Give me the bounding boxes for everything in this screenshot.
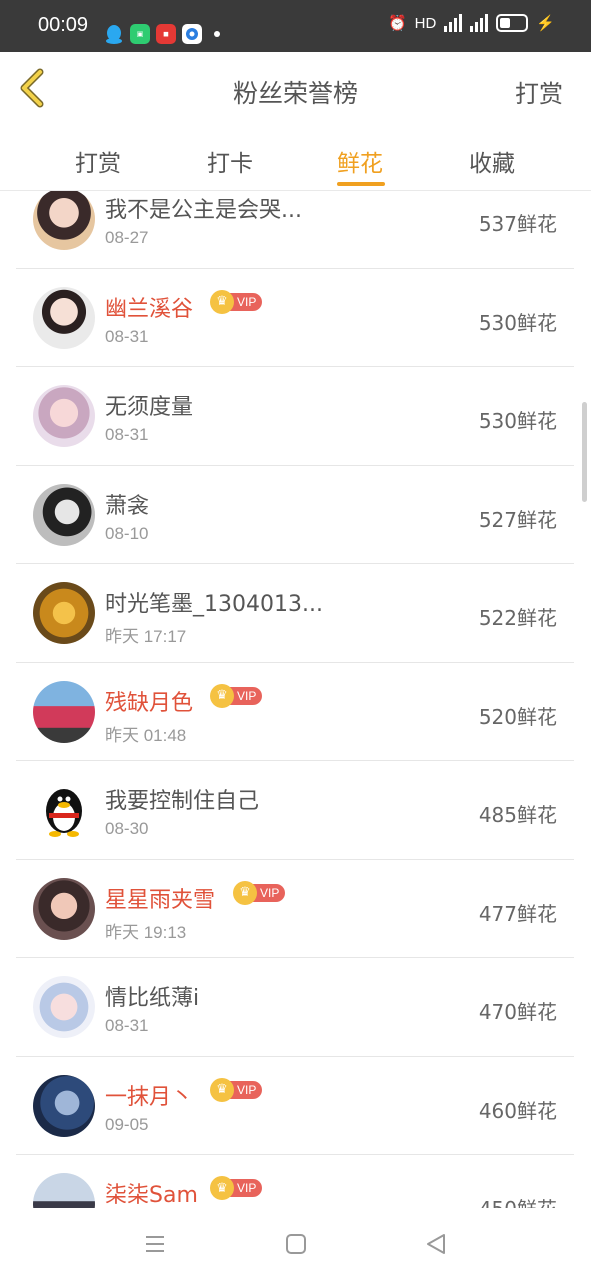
avatar[interactable] [33,582,95,644]
status-time: 00:09 [38,14,89,36]
signal-4g-1-icon [444,14,463,32]
flower-count: 460鲜花 [478,1098,557,1123]
system-nav-bar [0,1208,591,1280]
flower-count: 470鲜花 [478,1000,557,1024]
list-item[interactable]: 一抹月丶 ♛ VIP 09-05 460鲜花 [16,1057,574,1155]
flower-count: 450鲜花 [479,1193,557,1208]
avatar[interactable] [33,1074,95,1137]
flower-count: 485鲜花 [478,803,557,827]
flower-count: 530鲜花 [478,310,557,335]
flower-count: 522鲜花 [478,606,557,630]
avatar[interactable] [33,680,95,743]
fan-name: 萧衾 [105,493,150,519]
hd-indicator: HD [414,14,437,32]
tab-flowers[interactable]: 鲜花 [315,144,405,178]
app-red-icon: ◼ [156,24,176,44]
avatar[interactable] [33,976,95,1038]
flower-count: 527鲜花 [478,507,557,532]
list-item[interactable]: 幽兰溪谷 ♛ VIP 08-31 530鲜花 [16,269,574,367]
signal-4g-2-icon [470,14,489,32]
notification-dot [214,31,220,37]
vip-badge: ♛ VIP [210,1077,263,1102]
crown-icon: ♛ [233,880,257,905]
scrollbar[interactable] [582,402,587,502]
fan-name: 我要控制住自己 [105,789,260,814]
status-bar: 00:09 ▣ ◼ ⏰ HD ⚡ [0,0,591,52]
list-item[interactable]: 无须度量 08-31 530鲜花 [16,367,574,466]
fan-date: 08-31 [105,326,149,346]
title-bar: 粉丝荣誉榜 打赏 [0,52,591,125]
list-item[interactable]: 我不是公主是会哭... 08-27 537鲜花 [16,191,574,269]
tab-bar: 打赏 打卡 鲜花 收藏 [0,124,591,191]
avatar[interactable] [33,286,95,349]
fan-date: 08-30 [105,819,149,838]
fan-date: 08-10 [105,523,149,543]
crown-icon: ♛ [210,1077,234,1102]
penguin-icon [46,789,82,837]
fan-ranking-list[interactable]: 我不是公主是会哭... 08-27 537鲜花 幽兰溪谷 ♛ VIP 08-31… [16,191,574,1208]
alarm-icon: ⏰ [387,15,407,32]
tab-checkin[interactable]: 打卡 [185,144,275,178]
crown-icon: ♛ [210,1176,234,1200]
fan-date: 昨天 17:17 [105,627,187,646]
avatar[interactable] [33,483,95,546]
home-icon[interactable] [284,1232,308,1256]
fan-name: 残缺月色 [105,690,194,716]
app-blue-icon [182,24,202,44]
list-item[interactable]: 时光笔墨_1304013... 昨天 17:17 522鲜花 [16,564,574,663]
crown-icon: ♛ [210,289,234,314]
fan-date: 昨天 01:48 [105,725,187,745]
avatar[interactable] [33,877,95,940]
list-item[interactable]: 星星雨夹雪 ♛ VIP 昨天 19:13 477鲜花 [16,860,574,958]
fan-name: 星星雨夹雪 [105,887,216,913]
flower-count: 520鲜花 [478,704,557,729]
fan-name: 时光笔墨_1304013... [105,592,323,617]
avatar[interactable] [33,191,95,250]
list-item[interactable]: 情比纸薄i 08-31 470鲜花 [16,958,574,1057]
fan-date: 08-31 [105,425,149,444]
battery-icon [496,14,529,32]
avatar[interactable] [33,385,95,447]
fan-name: 无须度量 [105,395,194,420]
active-tab-indicator [337,182,385,186]
flower-count: 530鲜花 [478,409,557,433]
avatar[interactable] [33,1173,95,1208]
flower-count: 537鲜花 [478,212,557,236]
list-item[interactable]: 残缺月色 ♛ VIP 昨天 01:48 520鲜花 [16,663,574,761]
menu-icon[interactable] [143,1232,167,1256]
app-green-icon: ▣ [130,24,150,44]
back-icon[interactable] [424,1232,448,1256]
fan-name: 一抹月丶 [105,1084,194,1110]
fan-date: 08-27 [105,228,149,247]
tab-reward[interactable]: 打赏 [53,144,143,178]
fan-name: 幽兰溪谷 [105,296,194,322]
crown-icon: ♛ [210,683,234,708]
avatar[interactable] [33,779,95,841]
vip-badge: ♛ VIP [210,1176,263,1200]
vip-badge: ♛ VIP [210,683,263,708]
status-app-icons: ▣ ◼ [104,24,220,44]
fan-date: 08-31 [105,1016,149,1035]
vip-badge: ♛ VIP [233,880,286,905]
list-item[interactable]: 我要控制住自己 08-30 485鲜花 [16,761,574,860]
status-indicators: ⏰ HD ⚡ [388,14,555,32]
page-title: 粉丝荣誉榜 [232,79,358,108]
flower-count: 477鲜花 [478,901,557,926]
fan-name: 柒柒Sam [105,1183,198,1208]
list-item[interactable]: 萧衾 08-10 527鲜花 [16,466,574,564]
fan-name: 我不是公主是会哭... [105,198,302,223]
qq-icon [104,24,124,44]
fan-name: 情比纸薄i [105,986,200,1011]
list-item[interactable]: 柒柒Sam ♛ VIP 08-18 450鲜花 [16,1155,574,1208]
vip-badge: ♛ VIP [210,289,263,314]
tab-collect[interactable]: 收藏 [447,144,537,178]
reward-button[interactable]: 打赏 [515,74,563,109]
charging-icon: ⚡ [536,15,555,32]
fan-date: 09-05 [105,1114,149,1134]
fan-date: 昨天 19:13 [105,922,187,942]
